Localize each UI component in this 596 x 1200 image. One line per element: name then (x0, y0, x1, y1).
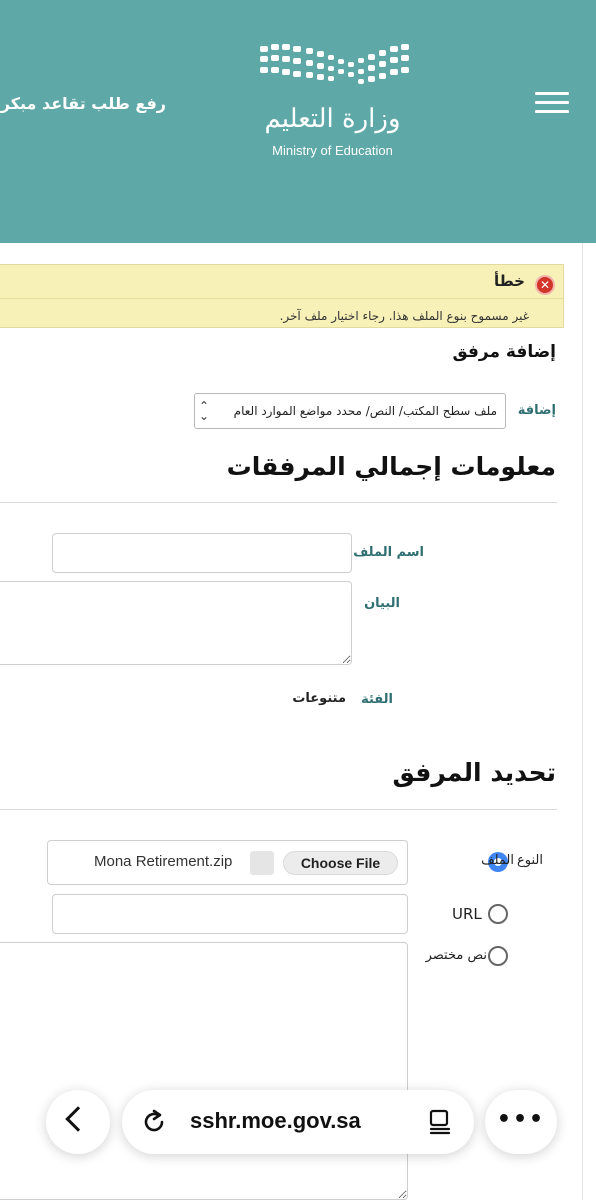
ministry-logo[interactable]: وزارة التعليم Ministry of Education (250, 42, 415, 167)
hamburger-menu-icon[interactable] (535, 92, 569, 118)
site-header: وزارة التعليم Ministry of Education رفع … (0, 0, 596, 243)
error-divider (0, 298, 563, 299)
choose-file-button[interactable]: Choose File (283, 851, 398, 875)
attachment-summary-heading: معلومات إجمالي المرفقات (226, 452, 556, 481)
description-textarea[interactable] (0, 581, 352, 665)
select-arrows-icon: ⌃ ⌄ (198, 399, 209, 423)
filename-input[interactable] (52, 533, 352, 573)
error-text: غير مسموح بنوع الملف هذا. رجاء اختيار مل… (279, 309, 529, 323)
error-title: خطأ (493, 272, 525, 290)
add-attachment-heading: إضافة مرفق (452, 342, 556, 362)
attachment-type-select[interactable]: ملف سطح المكتب/ النص/ محدد مواضع الموارد… (194, 393, 506, 429)
file-picker[interactable]: Choose File Mona Retirement.zip (47, 840, 408, 885)
error-message-box: ✕ خطأ غير مسموح بنوع الملف هذا. رجاء اخت… (0, 264, 564, 328)
url-option-label: URL (452, 905, 482, 923)
target-divider (0, 809, 557, 810)
more-icon: ••• (496, 1107, 546, 1132)
back-button[interactable] (46, 1090, 110, 1154)
file-option-label: الملف (481, 853, 514, 868)
radio-url[interactable] (488, 904, 508, 924)
url-input[interactable] (52, 894, 408, 934)
summary-divider (0, 502, 557, 503)
select-value: ملف سطح المكتب/ النص/ محدد مواضع الموارد… (233, 404, 497, 418)
logo-arabic-text: وزارة التعليم (264, 104, 401, 134)
chosen-file-name: Mona Retirement.zip (94, 853, 233, 870)
chevron-left-icon (65, 1106, 91, 1132)
early-retirement-link[interactable]: رفع طلب تقاعد مبكر (1, 94, 166, 113)
address-bar[interactable]: sshr.moe.gov.sa (122, 1090, 474, 1154)
attachment-target-heading: تحديد المرفق (392, 758, 556, 787)
type-label: النوع (517, 853, 543, 868)
reload-icon[interactable] (140, 1108, 168, 1136)
category-label: الفئة (361, 692, 393, 707)
logo-dots-icon (260, 44, 409, 84)
url-text: sshr.moe.gov.sa (190, 1108, 361, 1133)
reader-mode-icon[interactable] (428, 1109, 452, 1135)
add-label: إضافة (517, 403, 556, 418)
error-icon: ✕ (535, 275, 555, 295)
file-thumbnail-icon (250, 851, 274, 875)
description-label: البيان (364, 596, 400, 611)
filename-label: اسم الملف (353, 545, 424, 560)
short-text-option-label: نص مختصر (425, 948, 487, 963)
radio-short-text[interactable] (488, 946, 508, 966)
more-options-button[interactable]: ••• (485, 1090, 557, 1154)
category-value: متنوعات (292, 691, 346, 706)
logo-english-text: Ministry of Education (272, 143, 393, 158)
short-text-textarea[interactable] (0, 942, 408, 1200)
